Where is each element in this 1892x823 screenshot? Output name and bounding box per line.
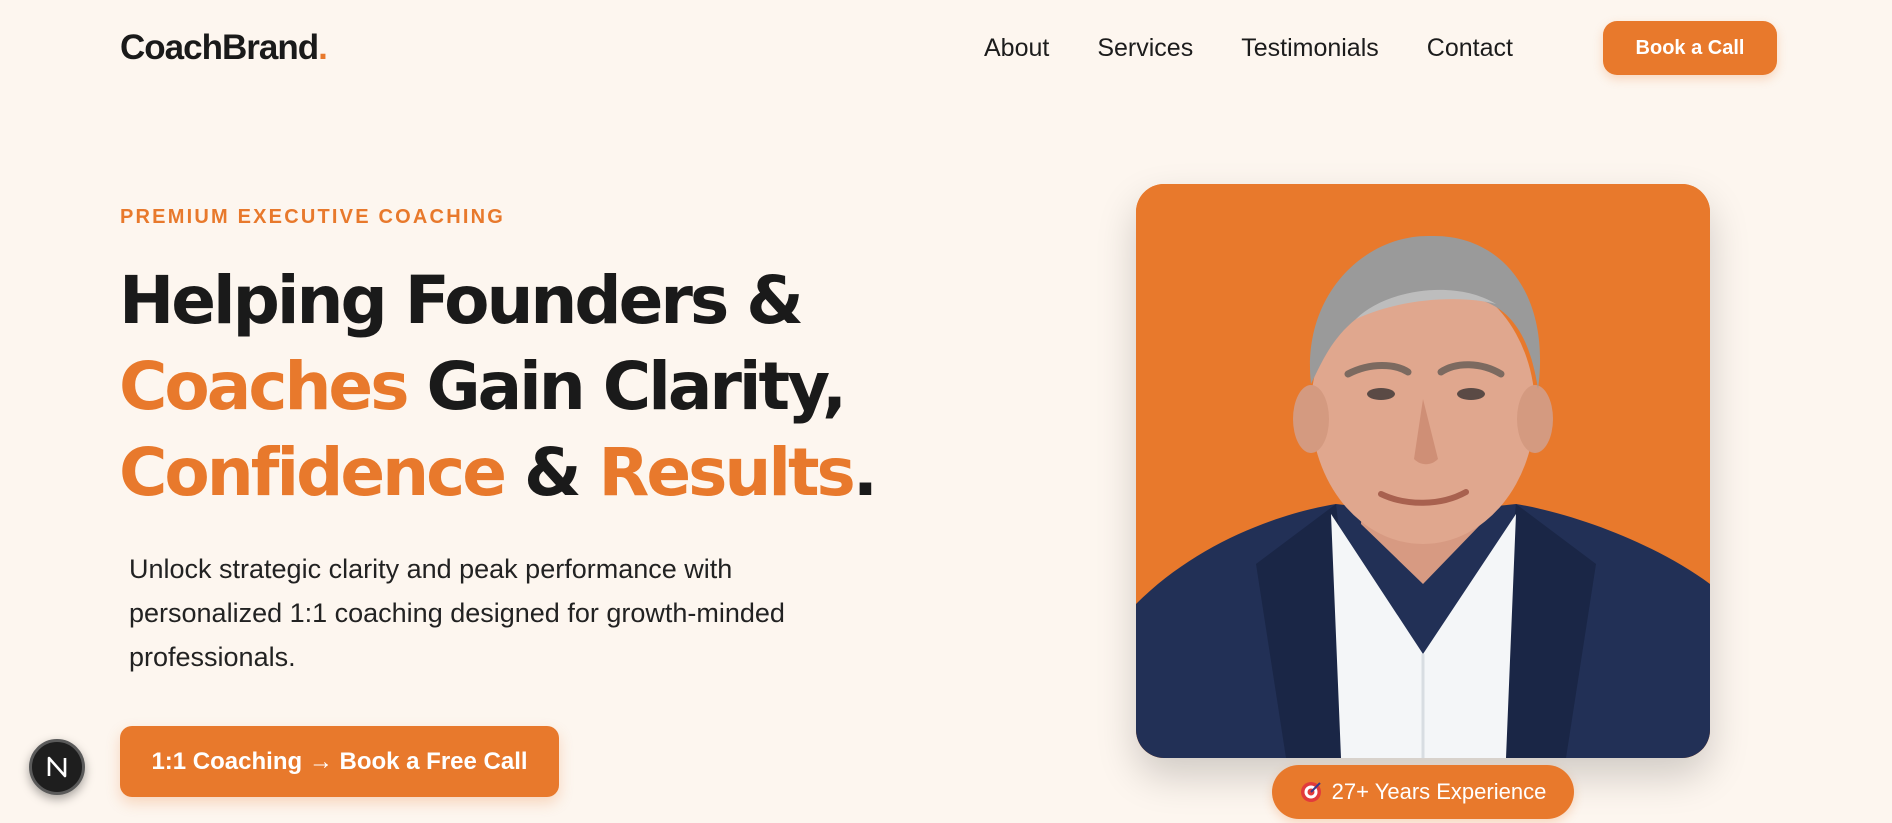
hero-eyebrow: PREMIUM EXECUTIVE COACHING [120,206,506,228]
book-free-call-button[interactable]: 1:1 Coaching → Book a Free Call [120,726,559,797]
nav-link-services[interactable]: Services [1097,31,1193,65]
landing-page: CoachBrand. About Services Testimonials … [0,0,1892,823]
nav-link-about[interactable]: About [984,31,1049,65]
book-a-call-button[interactable]: Book a Call [1603,21,1777,75]
nav-link-contact[interactable]: Contact [1427,31,1513,65]
hero-headline: Helping Founders & Coaches Gain Clarity,… [119,258,979,516]
experience-badge: 27+ Years Experience [1272,765,1574,819]
headline-period: . [852,434,878,511]
top-navigation: CoachBrand. About Services Testimonials … [0,0,1892,96]
portrait-photo [1136,184,1710,758]
headline-line1: Helping Founders & [119,262,804,339]
headline-results: Results [598,434,856,511]
headline-coaches: Coaches [119,348,409,425]
experience-label: 27+ Years Experience [1331,779,1547,804]
brand-logo[interactable]: CoachBrand. [120,28,328,68]
headline-confidence: Confidence [119,434,507,511]
hero-subtext: Unlock strategic clarity and peak perfor… [129,554,785,672]
brand-name: CoachBrand [120,28,319,67]
nav-links: About Services Testimonials Contact [984,31,1513,65]
headline-gain-clarity: Gain Clarity, [406,348,847,425]
headline-ampersand: & [503,434,599,511]
target-icon [1300,781,1322,803]
coach-portrait [1136,184,1710,758]
nav-link-testimonials[interactable]: Testimonials [1241,31,1379,65]
brand-dot: . [318,28,328,67]
floating-n-icon[interactable] [29,739,85,795]
